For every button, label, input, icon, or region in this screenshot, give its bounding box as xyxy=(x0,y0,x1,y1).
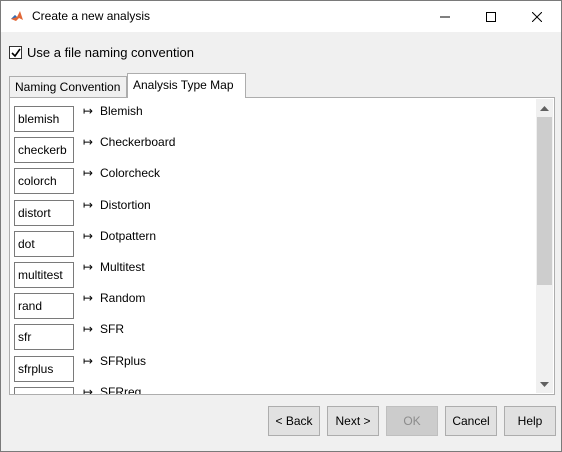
analysis-type-label: SFR xyxy=(100,322,124,336)
tab-naming-convention[interactable]: Naming Convention xyxy=(9,76,127,97)
vertical-scrollbar[interactable] xyxy=(536,99,553,393)
naming-convention-label: Use a file naming convention xyxy=(27,45,194,60)
ok-button[interactable]: OK xyxy=(386,406,438,436)
mapping-list: blemish ↦ Blemish checkerb ↦ Checkerboard colo… xyxy=(14,98,534,394)
maps-to-icon: ↦ xyxy=(83,354,94,368)
minimize-icon xyxy=(440,16,450,17)
analysis-type-label: Colorcheck xyxy=(100,166,161,180)
scroll-thumb[interactable] xyxy=(537,117,552,285)
mapping-row: blemish ↦ Blemish xyxy=(14,104,534,136)
minimize-button[interactable] xyxy=(422,1,468,32)
analysis-type-label: Multitest xyxy=(100,260,145,274)
mapping-key-input[interactable]: sfr xyxy=(14,324,74,350)
maps-to-icon: ↦ xyxy=(83,385,94,394)
maps-to-icon: ↦ xyxy=(83,322,94,336)
mapping-key-input[interactable]: colorch xyxy=(14,168,74,194)
mapping-key-input[interactable]: distort xyxy=(14,200,74,226)
analysis-type-label: Random xyxy=(100,291,146,305)
naming-convention-checkbox[interactable] xyxy=(9,46,22,59)
analysis-type-label: Checkerboard xyxy=(100,135,176,149)
cancel-button[interactable]: Cancel xyxy=(445,406,497,436)
back-button[interactable]: < Back xyxy=(268,406,320,436)
analysis-type-label: Dotpattern xyxy=(100,229,157,243)
mapping-row: checkerb ↦ Checkerboard xyxy=(14,135,534,167)
checkmark-icon xyxy=(10,48,21,57)
analysis-type-label: Blemish xyxy=(100,104,143,118)
tab-analysis-type-map[interactable]: Analysis Type Map xyxy=(127,73,246,98)
maximize-icon xyxy=(486,11,496,22)
mapping-row: ↦ SFRreg xyxy=(14,385,534,394)
maps-to-icon: ↦ xyxy=(83,104,94,118)
window-title: Create a new analysis xyxy=(32,9,151,23)
naming-convention-option[interactable]: Use a file naming convention xyxy=(9,45,194,60)
next-button[interactable]: Next > xyxy=(327,406,379,436)
mapping-row: sfrplus ↦ SFRplus xyxy=(14,354,534,386)
mapping-row: sfr ↦ SFR xyxy=(14,322,534,354)
mapping-row: distort ↦ Distortion xyxy=(14,198,534,230)
dialog-window: Create a new analysis Use a file naming … xyxy=(0,0,562,452)
scroll-down-button[interactable] xyxy=(536,376,553,393)
help-button[interactable]: Help xyxy=(504,406,556,436)
analysis-type-map-panel: blemish ↦ Blemish checkerb ↦ Checkerboard colo… xyxy=(9,97,555,395)
mapping-key-input[interactable]: multitest xyxy=(14,262,74,288)
mapping-key-input[interactable]: checkerb xyxy=(14,137,74,163)
scroll-up-button[interactable] xyxy=(536,99,553,116)
maps-to-icon: ↦ xyxy=(83,166,94,180)
matlab-icon xyxy=(10,9,24,23)
mapping-row: rand ↦ Random xyxy=(14,291,534,323)
maps-to-icon: ↦ xyxy=(83,135,94,149)
close-icon xyxy=(532,11,542,22)
maps-to-icon: ↦ xyxy=(83,260,94,274)
mapping-key-input[interactable] xyxy=(14,387,74,394)
maps-to-icon: ↦ xyxy=(83,291,94,305)
scroll-up-icon xyxy=(540,105,549,111)
title-bar: Create a new analysis xyxy=(1,1,561,32)
analysis-type-label: SFRplus xyxy=(100,354,147,368)
analysis-type-label: Distortion xyxy=(100,198,151,212)
scroll-down-icon xyxy=(540,381,549,387)
mapping-key-input[interactable]: dot xyxy=(14,231,74,257)
mapping-row: multitest ↦ Multitest xyxy=(14,260,534,292)
maps-to-icon: ↦ xyxy=(83,229,94,243)
mapping-row: colorch ↦ Colorcheck xyxy=(14,166,534,198)
close-button[interactable] xyxy=(514,1,560,32)
mapping-key-input[interactable]: blemish xyxy=(14,106,74,132)
analysis-type-label: SFRreg xyxy=(100,385,142,394)
maps-to-icon: ↦ xyxy=(83,198,94,212)
mapping-key-input[interactable]: sfrplus xyxy=(14,356,74,382)
mapping-key-input[interactable]: rand xyxy=(14,293,74,319)
maximize-button[interactable] xyxy=(468,1,514,32)
mapping-row: dot ↦ Dotpattern xyxy=(14,229,534,261)
